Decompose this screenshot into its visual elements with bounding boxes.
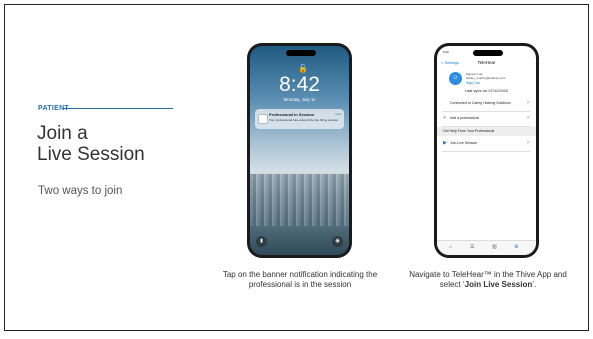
- phone-app: 9:22 < Settings TeleHear ☺ Signed in as …: [434, 43, 539, 258]
- slide-subtitle: Two ways to join: [38, 185, 123, 197]
- add-professional-row[interactable]: + Add a professional ›: [442, 112, 531, 127]
- lockscreen-time: 8:42: [279, 73, 320, 96]
- app-screen: 9:22 < Settings TeleHear ☺ Signed in as …: [437, 46, 536, 255]
- dynamic-island: [473, 50, 503, 56]
- camera-icon[interactable]: ◉: [332, 236, 343, 247]
- notification-title: Professional In Session: [269, 112, 315, 117]
- lockscreen-date: Monday, July 11: [283, 97, 316, 102]
- tab-bar: ⌂ ☰ ▥ ⚙: [437, 240, 536, 255]
- slide-title: Join a Live Session: [37, 123, 145, 165]
- home-tab-icon[interactable]: ⌂: [449, 244, 452, 250]
- chevron-right-icon: ›: [527, 100, 529, 106]
- dynamic-island: [286, 50, 316, 56]
- caption-right-post: ’.: [532, 280, 537, 289]
- lock-icon: 🔓: [298, 64, 308, 73]
- nav-title: TeleHear: [477, 60, 496, 65]
- caption-left: Tap on the banner notification indicatin…: [222, 270, 378, 289]
- row-label: Add a professional: [450, 116, 479, 120]
- section-header: Get Help From Your Professional: [437, 127, 536, 136]
- caption-right: Navigate to TeleHear™ in the Thive App a…: [408, 270, 568, 290]
- join-live-session-row[interactable]: ▶ Join Live Session ›: [442, 137, 531, 152]
- eyebrow-divider: [63, 108, 173, 109]
- adjust-tab-icon[interactable]: ☰: [470, 244, 474, 250]
- app-icon: [258, 114, 268, 124]
- lockscreen: 🔓 8:42 Monday, July 11 Professional In S…: [250, 46, 349, 255]
- settings-tab-icon[interactable]: ⚙: [514, 244, 518, 250]
- notification-time: now: [335, 112, 341, 116]
- phone-lockscreen: 🔓 8:42 Monday, July 11 Professional In S…: [247, 43, 352, 258]
- title-line-1: Join a: [37, 123, 88, 144]
- notification-body: Your professional has entered the live f…: [269, 118, 339, 122]
- row-label: Join Live Session: [450, 141, 478, 145]
- stats-tab-icon[interactable]: ▥: [492, 244, 497, 250]
- row-label: Connected to Caring Hearing Solutions: [450, 101, 511, 105]
- plus-icon: +: [443, 115, 446, 121]
- connected-row[interactable]: Connected to Caring Hearing Solutions ›: [442, 97, 531, 112]
- slide: PATIENT Join a Live Session Two ways to …: [4, 4, 589, 331]
- status-time: 9:22: [443, 50, 449, 54]
- city-wallpaper: [250, 174, 349, 226]
- notification-banner[interactable]: Professional In Session now Your profess…: [255, 109, 344, 129]
- chevron-right-icon: ›: [527, 140, 529, 146]
- caption-right-bold: Join Live Session: [464, 280, 533, 289]
- chevron-right-icon: ›: [527, 115, 529, 121]
- account-email: ashley_murphy@starkey.com: [466, 76, 506, 80]
- title-line-2: Live Session: [37, 144, 145, 165]
- video-icon: ▶: [443, 140, 447, 146]
- avatar-icon: ☺: [449, 72, 462, 85]
- flashlight-icon[interactable]: ▮: [256, 236, 267, 247]
- sign-out-link[interactable]: Sign Out: [466, 81, 480, 85]
- last-sync: Last sync on 07/11/2022: [464, 88, 509, 93]
